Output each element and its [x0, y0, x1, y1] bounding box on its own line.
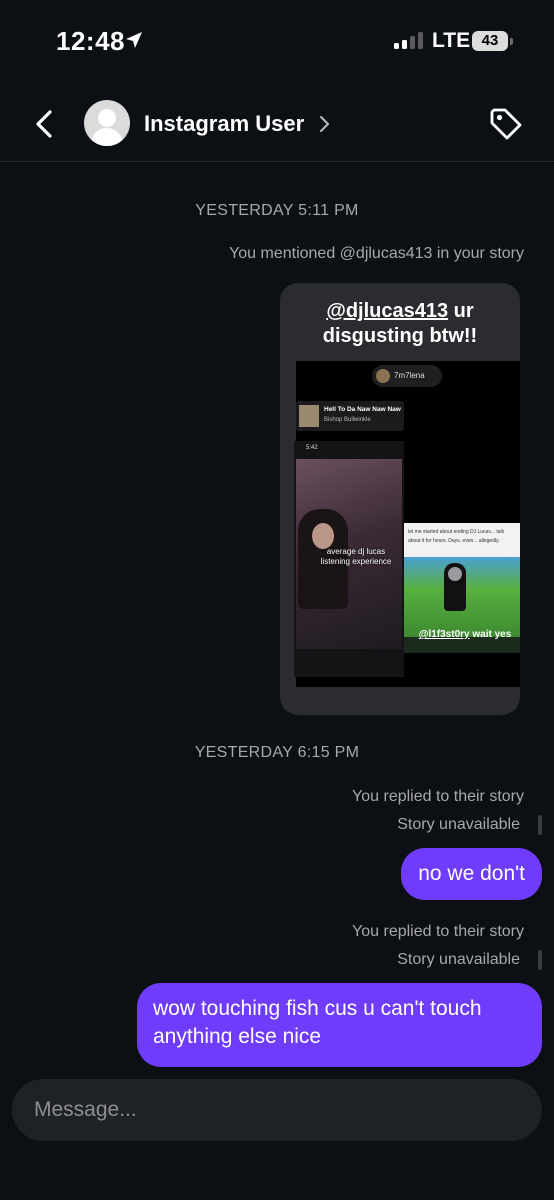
story-caption-line-2: disgusting btw!! — [322, 325, 478, 347]
game-caption-rest: wait yes — [469, 629, 512, 640]
video-face — [312, 523, 334, 549]
game-text-bubble: let me started about ending DJ Lucas... … — [404, 523, 520, 557]
music-artist: Bishop Bullwinkle — [324, 417, 371, 423]
reply-notice: You replied to their story — [352, 788, 524, 805]
story-mention-card[interactable]: @djlucas413 ur disgusting btw!! 7m7lena … — [280, 283, 520, 715]
game-caption: @l1f3st0ry wait yes — [410, 629, 520, 640]
story-user-tag: 7m7lena — [372, 365, 442, 387]
reply-indicator — [538, 815, 542, 835]
story-tag-user: 7m7lena — [394, 371, 425, 380]
back-button[interactable] — [30, 104, 60, 144]
video-caption: average dj lucas listening experience — [320, 547, 392, 566]
timestamp: YESTERDAY 5:11 PM — [195, 202, 359, 219]
story-caption: @djlucas413 ur disgusting btw!! — [280, 299, 520, 349]
battery-icon: 43 — [472, 31, 508, 51]
game-avatar-face — [448, 567, 462, 581]
phone-clock: 5:42 — [306, 445, 318, 451]
message-bubble[interactable]: no we don't — [401, 848, 542, 900]
game-screenshot: let me started about ending DJ Lucas... … — [404, 523, 520, 653]
location-arrow-icon — [126, 32, 142, 48]
avatar[interactable] — [84, 100, 130, 146]
tag-button[interactable] — [488, 106, 524, 142]
message-input[interactable] — [34, 1079, 514, 1141]
story-unavailable-label: Story unavailable — [397, 951, 520, 968]
game-caption-mention: @l1f3st0ry — [418, 629, 470, 640]
tag-avatar — [376, 369, 390, 383]
music-sticker: Hell To Da Naw Naw Naw Bishop Bullwinkle — [296, 401, 404, 431]
story-unavailable-label: Story unavailable — [397, 816, 520, 833]
reply-indicator — [538, 950, 542, 970]
phone-screenshot: 5:42 average dj lucas listening experien… — [294, 441, 404, 677]
cellular-signal-icon — [394, 32, 423, 49]
battery-cap — [510, 38, 513, 45]
mention-notice: You mentioned @djlucas413 in your story — [229, 245, 524, 262]
message-composer — [12, 1079, 542, 1141]
tag-icon — [490, 108, 522, 140]
status-time: 12:48 — [56, 26, 125, 56]
timestamp: YESTERDAY 6:15 PM — [194, 744, 360, 761]
story-caption-rest: ur — [448, 300, 474, 322]
chevron-right-icon[interactable] — [318, 114, 330, 134]
story-caption-mention: @djlucas413 — [326, 300, 449, 322]
contact-name[interactable]: Instagram User — [144, 111, 304, 137]
default-user-icon — [90, 109, 124, 146]
album-art — [299, 405, 319, 427]
network-label: LTE — [432, 29, 471, 52]
chevron-left-icon — [36, 110, 52, 138]
message-bubble[interactable]: wow touching fish cus u can't touch anyt… — [137, 983, 542, 1067]
chat-header: Instagram User — [0, 84, 554, 162]
music-title: Hell To Da Naw Naw Naw — [324, 406, 401, 413]
reply-notice: You replied to their story — [352, 923, 524, 940]
status-bar: 12:48 LTE 43 — [0, 0, 554, 80]
